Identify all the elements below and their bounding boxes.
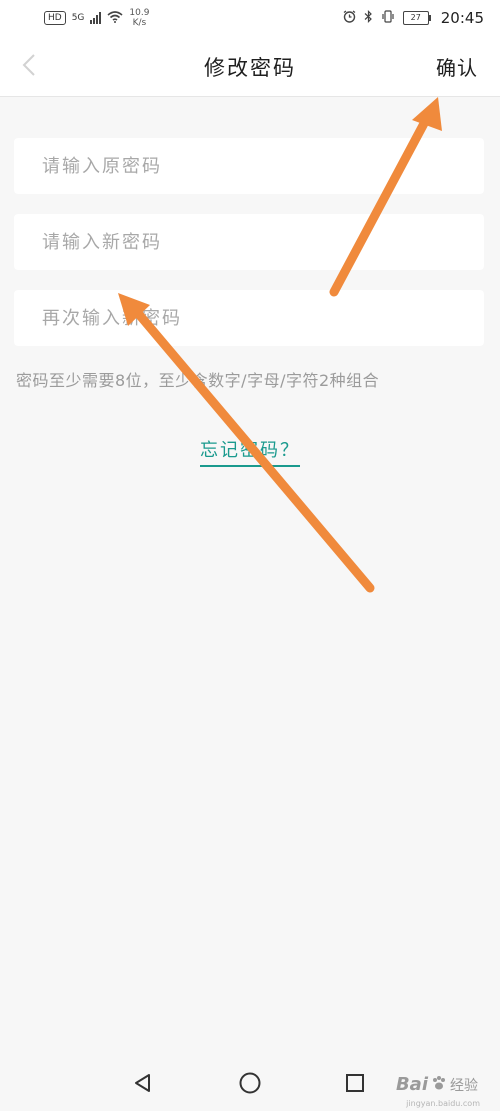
nav-recents-button[interactable]: [337, 1065, 373, 1101]
wifi-icon: [107, 10, 123, 26]
circle-home-icon: [239, 1072, 261, 1094]
status-left: HD 5G 10.9 K/s: [44, 0, 149, 36]
password-hint: 密码至少需要8位，至少含数字/字母/字符2种组合: [16, 371, 380, 390]
new-password-field: [14, 214, 484, 270]
watermark-label: 经验: [450, 1078, 478, 1094]
watermark-url: jingyan.baidu.com: [406, 1099, 480, 1108]
forgot-password-container: 忘记密码？: [0, 436, 500, 467]
battery-level: 27: [410, 13, 421, 22]
vibrate-icon: [381, 10, 395, 26]
status-right: 27 20:45: [343, 0, 484, 36]
system-nav-bar: Bai 经验 jingyan.baidu.com: [0, 1055, 500, 1111]
triangle-back-icon: [135, 1074, 150, 1092]
speed-value: 10.9: [129, 8, 150, 18]
new-password-input[interactable]: [40, 230, 458, 254]
forgot-password-link[interactable]: 忘记密码？: [200, 440, 300, 467]
hd-badge: HD: [44, 11, 66, 25]
status-bar: HD 5G 10.9 K/s 27 20:45: [0, 0, 500, 36]
repeat-password-input[interactable]: [40, 306, 458, 330]
page-title: 修改密码: [204, 56, 296, 80]
old-password-field: [14, 138, 484, 194]
network-speed: 10.9 K/s: [129, 8, 149, 28]
watermark: Bai 经验: [396, 1074, 478, 1095]
signal-icon: [90, 12, 102, 24]
clock: 20:45: [440, 9, 484, 27]
nav-back-button[interactable]: [125, 1065, 161, 1101]
watermark-logo: Bai: [395, 1074, 428, 1095]
confirm-button[interactable]: 确认: [436, 52, 478, 81]
app-header: 修改密码 确认: [0, 36, 500, 97]
bluetooth-icon: [364, 10, 373, 26]
nav-home-button[interactable]: [232, 1065, 268, 1101]
old-password-input[interactable]: [40, 154, 458, 178]
network-type: 5G: [71, 13, 85, 23]
battery-icon: 27: [402, 11, 431, 25]
speed-unit: K/s: [132, 18, 147, 28]
repeat-password-field: [14, 290, 484, 346]
alarm-icon: [343, 10, 356, 26]
paw-icon: [431, 1075, 447, 1095]
square-recents-icon: [346, 1074, 364, 1092]
